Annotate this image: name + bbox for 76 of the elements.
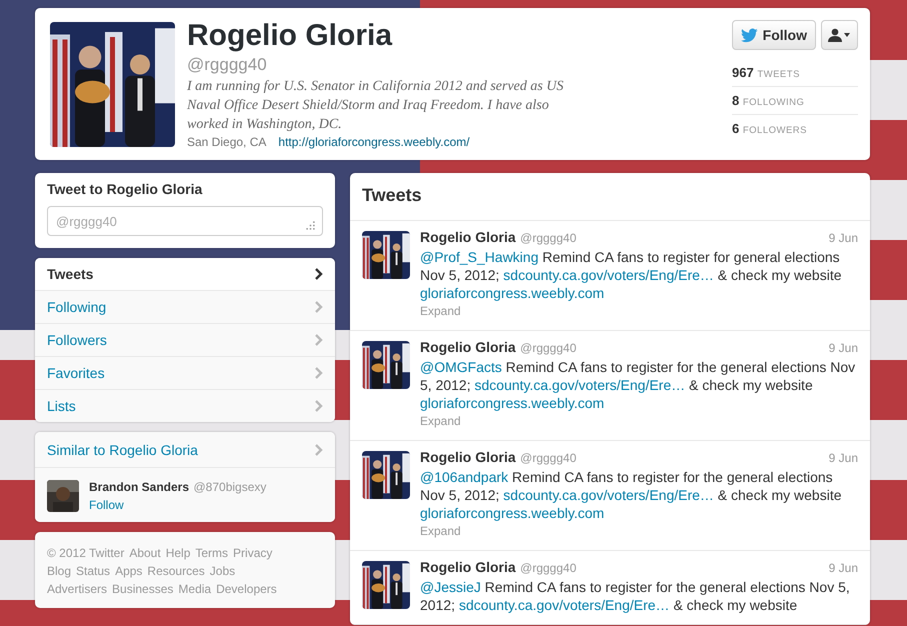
tweet-handle: @rgggg40: [520, 561, 576, 575]
footer-link[interactable]: Resources: [147, 562, 205, 580]
chevron-icon: [315, 400, 323, 412]
footer-link[interactable]: © 2012 Twitter: [47, 544, 124, 562]
tweet-link[interactable]: @Prof_S_Hawking: [420, 249, 538, 265]
tweet-text: @106andpark Remind CA fans to register for the general elections Nov 5, 2012; sdcounty.ca.gov/voters/Eng/Ere… & check my website gloriaforcongress.weebly.com: [420, 468, 843, 522]
timeline-title: Tweets: [350, 173, 870, 221]
tweet-date: 9 Jun: [828, 561, 858, 575]
tweet-handle: @rgggg40: [520, 231, 576, 245]
tweet-author: Rogelio Gloria: [420, 559, 516, 575]
tweet-link[interactable]: sdcounty.ca.gov/voters/Eng/Ere…: [503, 487, 714, 503]
footer-link[interactable]: Jobs: [210, 562, 236, 580]
tweet-link[interactable]: @106andpark: [420, 469, 508, 485]
tweet-link[interactable]: gloriaforcongress.weebly.com: [420, 395, 604, 411]
tweet-author: Rogelio Gloria: [420, 449, 516, 465]
user-menu-button[interactable]: [821, 20, 858, 50]
footer-link[interactable]: Privacy: [233, 544, 272, 562]
user-handle: @870bigsexy: [193, 480, 266, 494]
tweet-handle: @rgggg40: [520, 451, 576, 465]
expand-link[interactable]: Expand: [420, 414, 461, 428]
tweet-author: Rogelio Gloria: [420, 229, 516, 245]
tweet-text: @JessieJ Remind CA fans to register for the general elections Nov 5, 2012; sdcounty.ca.gov/voters/Eng/Ere… & check my website: [420, 578, 851, 614]
tweet-handle: @rgggg40: [520, 341, 576, 355]
user-name: Brandon Sanders: [89, 480, 190, 494]
footer-link[interactable]: Developers: [216, 580, 277, 598]
footer-link[interactable]: About: [129, 544, 161, 562]
tweet-link[interactable]: @OMGFacts: [420, 359, 502, 375]
chevron-icon: [315, 334, 323, 346]
similar-link[interactable]: Similar to Rogelio Gloria: [35, 432, 335, 467]
tweet-box-title: Tweet to Rogelio Gloria: [47, 181, 204, 197]
footer-link[interactable]: Status: [76, 562, 110, 580]
expand-link[interactable]: Expand: [420, 304, 461, 318]
tweet-link[interactable]: sdcounty.ca.gov/voters/Eng/Ere…: [474, 377, 686, 393]
tweet-link[interactable]: sdcounty.ca.gov/voters/Eng/Ere…: [503, 267, 714, 283]
tweet-text: @Prof_S_Hawking Remind CA fans to register for general elections Nov 5, 2012; sdcounty.ca.gov/voters/Eng/Ere… & check my website gloriaforcongress.weebly.com: [420, 248, 843, 302]
footer-link[interactable]: Blog: [47, 562, 72, 580]
nav-item[interactable]: Lists: [35, 389, 335, 422]
tweet-link[interactable]: @JessieJ: [420, 579, 481, 595]
chevron-icon: [315, 444, 323, 456]
stat-link[interactable]: 8 FOLLOWING: [732, 87, 858, 115]
nav-item[interactable]: Followers: [35, 323, 335, 356]
nav-item[interactable]: Tweets: [35, 258, 335, 290]
tweet-date: 9 Jun: [828, 231, 858, 245]
expand-link[interactable]: Expand: [420, 524, 461, 538]
footer-link[interactable]: Help: [166, 544, 190, 562]
chevron-icon: [315, 367, 323, 379]
nav-item[interactable]: Following: [35, 290, 335, 323]
chevron-icon: [315, 268, 323, 280]
tweet-link[interactable]: sdcounty.ca.gov/voters/Eng/Ere…: [458, 597, 670, 613]
resize-grip-icon: [306, 221, 315, 230]
footer-link[interactable]: Advertisers: [47, 580, 108, 598]
tweet-date: 9 Jun: [828, 451, 858, 465]
tweet-link[interactable]: gloriaforcongress.weebly.com: [420, 505, 604, 521]
tweet-text: @OMGFacts Remind CA fans to register for the general elections Nov 5, 2012; sdcounty.ca.gov/voters/Eng/Ere… & check my website gloriaforcongress.weebly.com: [420, 358, 856, 412]
follow-button[interactable]: Follow: [732, 20, 816, 50]
footer-link[interactable]: Businesses: [112, 580, 174, 598]
stat-link[interactable]: 6 FOLLOWERS: [732, 115, 858, 142]
nav-item[interactable]: Favorites: [35, 356, 335, 389]
profile-name: Rogelio Gloria: [187, 21, 394, 51]
caret-icon: [844, 33, 850, 37]
profile-handle: @rgggg40: [187, 55, 268, 75]
chevron-icon: [315, 301, 323, 313]
person-icon: [828, 28, 842, 42]
tweet-date: 9 Jun: [828, 341, 858, 355]
location-text: San Diego, CA: [187, 135, 266, 149]
profile-bio: I am running for U.S. Senator in California 2012 and served as US Naval Office Desert Shield/Storm and Iraq Freedom. I have also worked in Washington, DC.: [187, 78, 564, 134]
tweet-input[interactable]: @rgggg40: [47, 206, 323, 236]
footer-link[interactable]: Media: [178, 580, 212, 598]
bird-icon: [741, 28, 758, 42]
website-link[interactable]: http://gloriaforcongress.weebly.com/: [278, 135, 470, 149]
footer-link[interactable]: Terms: [195, 544, 228, 562]
tweet-author: Rogelio Gloria: [420, 339, 516, 355]
stat-link[interactable]: 967 TWEETS: [732, 59, 858, 87]
footer-link[interactable]: Apps: [115, 562, 142, 580]
follow-link[interactable]: Follow: [89, 498, 124, 512]
tweet-link[interactable]: gloriaforcongress.weebly.com: [420, 285, 604, 301]
